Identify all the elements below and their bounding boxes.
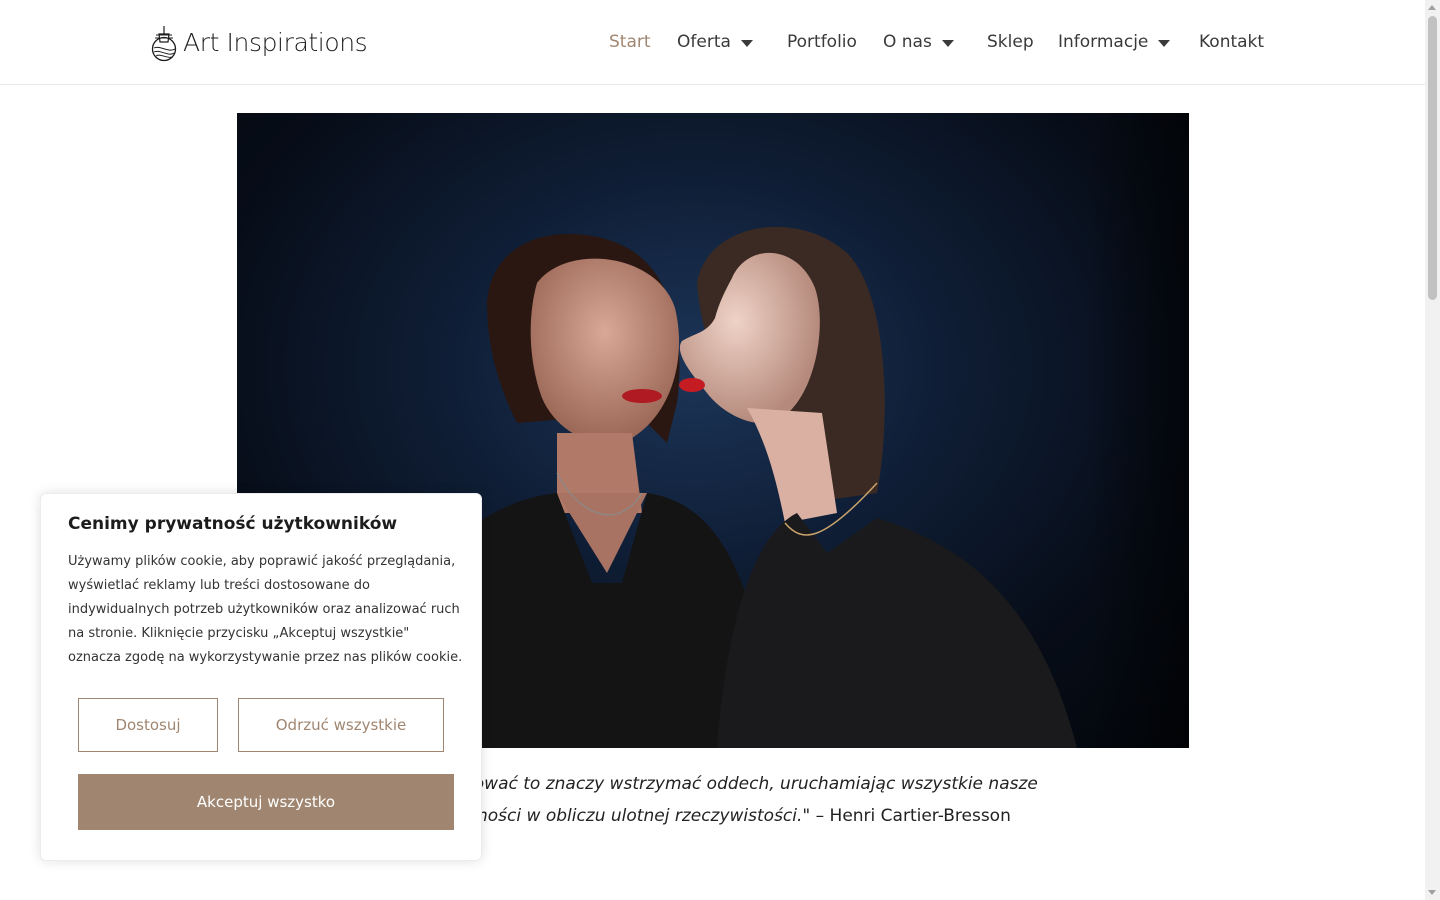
nav-label: O nas (883, 32, 932, 52)
nav-label: Portfolio (787, 32, 857, 52)
scroll-up-arrow-icon[interactable] (1428, 5, 1436, 10)
nav-label: Informacje (1058, 32, 1149, 52)
reject-all-button[interactable]: Odrzuć wszystkie (238, 698, 444, 752)
nav-label: Kontakt (1199, 32, 1265, 52)
quote-line-1: ufować to znaczy wstrzymać oddech, uruch… (457, 774, 1038, 794)
nav-item-portfolio[interactable]: Portfolio (787, 28, 857, 56)
cookie-banner-title: Cenimy prywatność użytkowników (68, 514, 398, 534)
quote-author: – Henri Cartier-Bresson (810, 806, 1011, 826)
nav-item-informacje[interactable]: Informacje (1058, 28, 1171, 56)
main-nav: Start Oferta Portfolio O nas Sklep Infor… (0, 28, 1425, 56)
accept-all-button[interactable]: Akceptuj wszystko (78, 774, 454, 830)
chevron-down-icon (1158, 39, 1171, 47)
customize-button[interactable]: Dostosuj (78, 698, 218, 752)
quote-line-2-text: ności w obliczu ulotnej rzeczywistości." (477, 806, 811, 826)
nav-label: Oferta (677, 32, 731, 52)
nav-item-kontakt[interactable]: Kontakt (1199, 28, 1264, 56)
scrollbar-thumb[interactable] (1428, 16, 1437, 300)
nav-item-oferta[interactable]: Oferta (677, 28, 753, 56)
quote-line-2: ności w obliczu ulotnej rzeczywistości."… (477, 800, 1011, 832)
cookie-banner-text: Używamy plików cookie, aby poprawić jako… (68, 554, 463, 665)
nav-label: Start (609, 32, 651, 52)
scroll-down-arrow-icon[interactable] (1428, 890, 1436, 895)
nav-item-start[interactable]: Start (609, 28, 651, 56)
chevron-down-icon (740, 39, 753, 47)
nav-item-o-nas[interactable]: O nas (883, 28, 954, 56)
chevron-down-icon (941, 39, 954, 47)
nav-item-sklep[interactable]: Sklep (987, 28, 1034, 56)
cookie-consent-banner: Cenimy prywatność użytkowników Używamy p… (40, 493, 482, 861)
scrollbar[interactable] (1425, 0, 1440, 900)
site-header: Art Inspirations Start Oferta Portfolio … (0, 0, 1425, 85)
nav-label: Sklep (987, 32, 1034, 52)
